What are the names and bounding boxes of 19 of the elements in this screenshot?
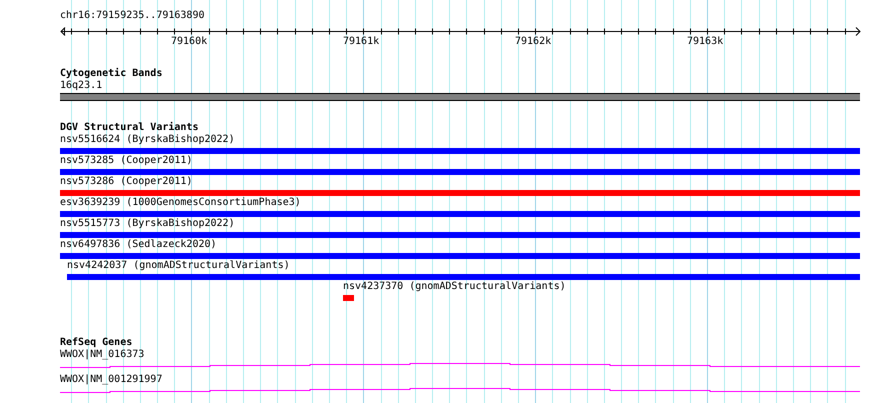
variant-label: nsv5516624 (ByrskaBishop2022) bbox=[60, 134, 235, 146]
variant-label: nsv4237370 (gnomADStructuralVariants) bbox=[343, 281, 566, 293]
track-title: DGV Structural Variants bbox=[60, 122, 198, 134]
variant-label: nsv573286 (Cooper2011) bbox=[60, 176, 192, 188]
gene-label: WWOX|NM_001291997 bbox=[60, 374, 162, 386]
variant-label: nsv6497836 (Sedlazeck2020) bbox=[60, 239, 217, 251]
track-title: Cytogenetic Bands bbox=[60, 68, 162, 80]
tick-label: 79162k bbox=[515, 36, 552, 47]
gene-label: WWOX|NM_016373 bbox=[60, 349, 144, 361]
variant-label: nsv573285 (Cooper2011) bbox=[60, 155, 192, 167]
variant-label: nsv5515773 (ByrskaBishop2022) bbox=[60, 218, 235, 230]
band-label: 16q23.1 bbox=[60, 80, 102, 92]
variant-label: nsv4242037 (gnomADStructuralVariants) bbox=[67, 260, 290, 272]
track-title: RefSeq Genes bbox=[60, 337, 132, 349]
tick-label: 79160k bbox=[171, 36, 208, 47]
location-label: chr16:79159235..79163890 bbox=[60, 9, 204, 22]
tick-label: 79163k bbox=[687, 36, 724, 47]
variant-label: esv3639239 (1000GenomesConsortiumPhase3) bbox=[60, 197, 301, 209]
tick-label: 79161k bbox=[343, 36, 380, 47]
